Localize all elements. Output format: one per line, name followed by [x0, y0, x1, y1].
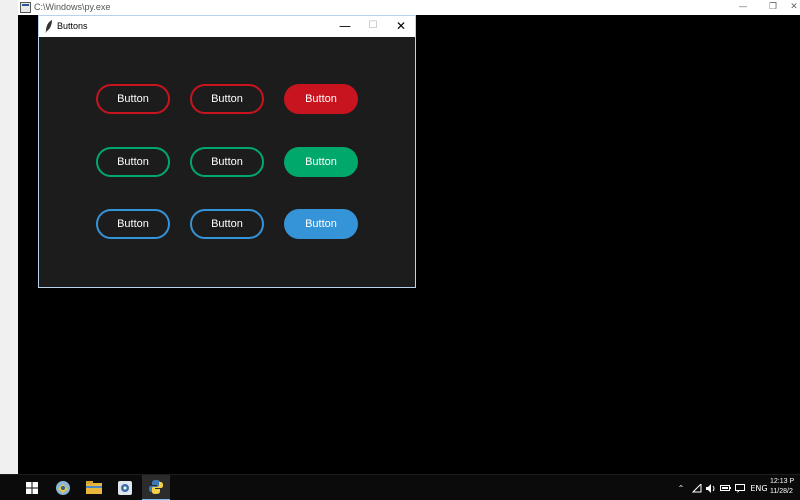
button-3-2[interactable]: Button: [190, 209, 264, 239]
tk-maximize-button[interactable]: ☐: [359, 16, 387, 37]
button-2-3[interactable]: Button: [284, 147, 358, 177]
python-idle-icon: [56, 481, 70, 495]
python-icon: [149, 480, 163, 494]
system-clock[interactable]: 12:13 P 11/28/2: [770, 477, 800, 497]
button-1-1[interactable]: Button: [96, 84, 170, 114]
taskbar-app[interactable]: [111, 475, 139, 500]
button-1-3[interactable]: Button: [284, 84, 358, 114]
tk-close-button[interactable]: ✕: [387, 16, 415, 37]
app-icon: [118, 481, 132, 495]
battery-icon[interactable]: [718, 475, 732, 500]
button-1-2[interactable]: Button: [190, 84, 264, 114]
taskbar-python-idle[interactable]: [49, 475, 77, 500]
console-close-button[interactable]: ✕: [788, 0, 800, 15]
console-window-titlebar[interactable]: C:\Windows\py.exe — ❐ ✕: [18, 0, 800, 15]
console-restore-button[interactable]: ❐: [758, 0, 788, 15]
tk-minimize-button[interactable]: —: [331, 16, 359, 37]
tk-window-titlebar[interactable]: Buttons — ☐ ✕: [39, 16, 415, 37]
network-icon[interactable]: [690, 475, 704, 500]
taskbar-file-explorer[interactable]: [80, 475, 108, 500]
tk-window: Buttons — ☐ ✕ Button Button Button Button Bu…: [38, 15, 416, 288]
taskbar-python[interactable]: [142, 475, 170, 500]
console-minimize-button[interactable]: —: [728, 0, 758, 15]
tk-window-title: Buttons: [57, 21, 88, 31]
console-app-icon: [20, 2, 31, 13]
tray-overflow-chevron-icon[interactable]: ⌃: [674, 475, 688, 500]
windows-logo-icon: [26, 482, 38, 494]
button-3-3[interactable]: Button: [284, 209, 358, 239]
console-window-title: C:\Windows\py.exe: [34, 2, 111, 12]
taskbar: ⌃ ENG 12:13 P 11/28/2: [0, 474, 800, 500]
desktop-background: [0, 0, 18, 474]
button-3-1[interactable]: Button: [96, 209, 170, 239]
clock-date: 11/28/2: [770, 488, 793, 495]
tk-content-area: Button Button Button Button Button Button Butt…: [39, 37, 415, 287]
language-indicator[interactable]: ENG: [749, 475, 769, 500]
feather-icon: [45, 20, 52, 33]
volume-icon[interactable]: [704, 475, 718, 500]
button-2-2[interactable]: Button: [190, 147, 264, 177]
button-2-1[interactable]: Button: [96, 147, 170, 177]
desktop: C:\Windows\py.exe — ❐ ✕ Buttons — ☐ ✕ Bu…: [0, 0, 800, 500]
clock-time: 12:13 P: [770, 478, 795, 485]
start-button[interactable]: [18, 475, 46, 500]
folder-icon: [86, 481, 102, 494]
notification-icon[interactable]: [733, 475, 747, 500]
